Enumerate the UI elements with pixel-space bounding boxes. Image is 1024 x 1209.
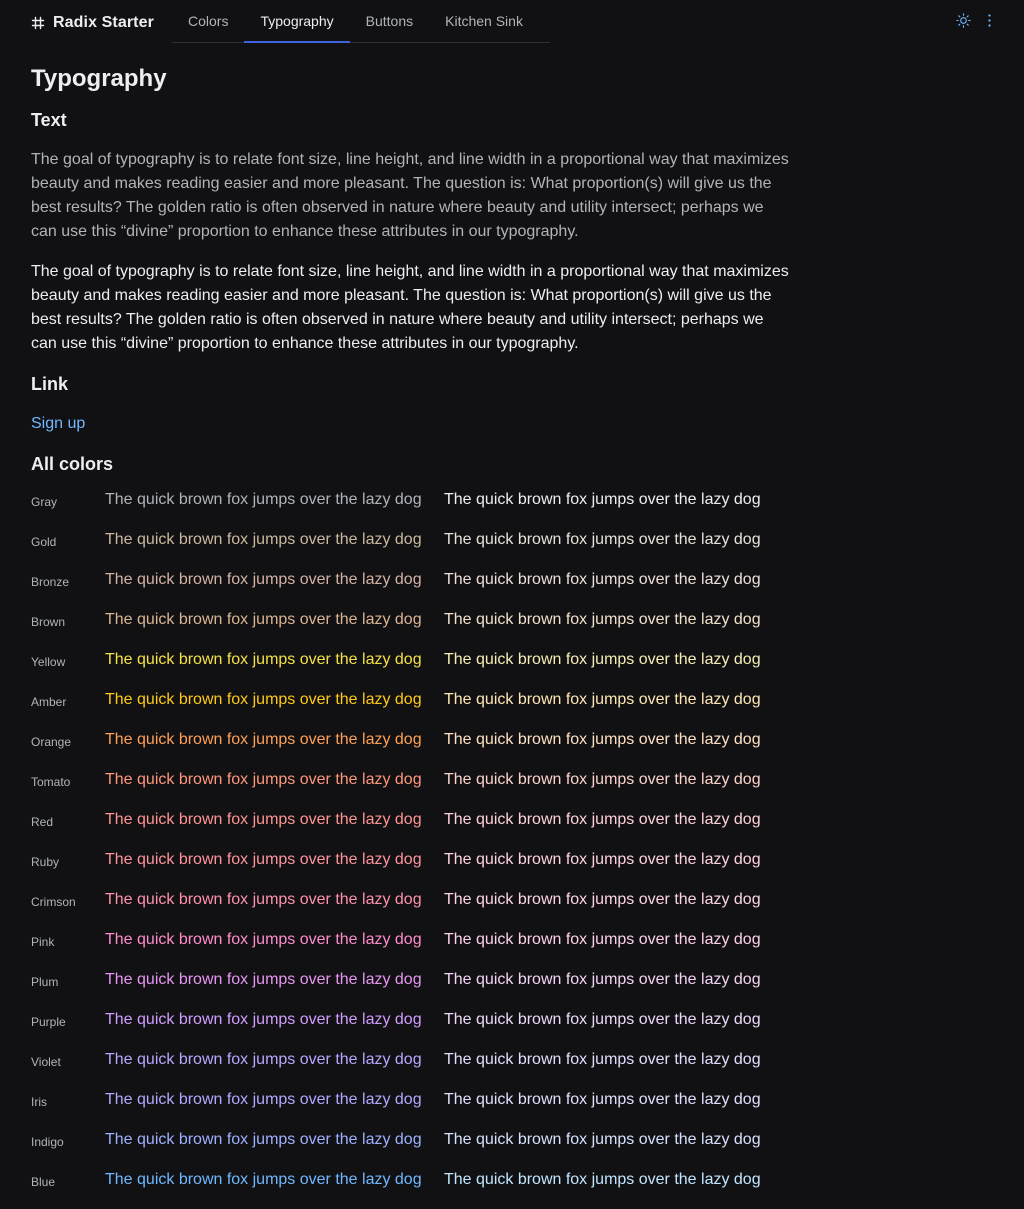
more-vertical-icon xyxy=(982,13,997,33)
sample-text-high-contrast: The quick brown fox jumps over the lazy … xyxy=(444,611,761,628)
color-row-brown: Brown The quick brown fox jumps over the … xyxy=(31,600,791,640)
header-actions xyxy=(955,13,997,33)
sample-text-high-contrast: The quick brown fox jumps over the lazy … xyxy=(444,931,761,948)
sign-up-link[interactable]: Sign up xyxy=(31,415,85,432)
color-row-blue: Blue The quick brown fox jumps over the l… xyxy=(31,1160,791,1200)
sample-text-high-contrast: The quick brown fox jumps over the lazy … xyxy=(444,771,761,788)
color-row-amber: Amber The quick brown fox jumps over the … xyxy=(31,680,791,720)
sample-text-high-contrast: The quick brown fox jumps over the lazy … xyxy=(444,531,761,548)
muted-paragraph: The goal of typography is to relate font… xyxy=(31,151,789,240)
hash-icon xyxy=(31,16,45,30)
sun-icon xyxy=(955,13,971,33)
colors-section-heading: All colors xyxy=(31,454,114,474)
sample-text-low-contrast: The quick brown fox jumps over the lazy … xyxy=(105,931,422,948)
color-row-yellow: Yellow The quick brown fox jumps over the… xyxy=(31,640,791,680)
page-title: Typography xyxy=(31,65,167,92)
color-name: Indigo xyxy=(31,1135,64,1149)
sample-text-low-contrast: The quick brown fox jumps over the lazy … xyxy=(105,691,422,708)
color-row-ruby: Ruby The quick brown fox jumps over the l… xyxy=(31,840,791,880)
color-name: Pink xyxy=(31,935,55,949)
sample-text-high-contrast: The quick brown fox jumps over the lazy … xyxy=(444,1131,761,1148)
color-row-tomato: Tomato The quick brown fox jumps over the… xyxy=(31,760,791,800)
sample-text-low-contrast: The quick brown fox jumps over the lazy … xyxy=(105,891,422,908)
color-name: Bronze xyxy=(31,575,70,589)
color-name: Red xyxy=(31,815,54,829)
sample-text-low-contrast: The quick brown fox jumps over the lazy … xyxy=(105,811,422,828)
color-row-bronze: Bronze The quick brown fox jumps over the… xyxy=(31,560,791,600)
color-name: Tomato xyxy=(31,775,71,789)
tab-buttons[interactable]: Buttons xyxy=(350,0,429,42)
color-row-gold: Gold The quick brown fox jumps over the l… xyxy=(31,520,791,560)
color-row-plum: Plum The quick brown fox jumps over the l… xyxy=(31,960,791,1000)
sample-text-high-contrast: The quick brown fox jumps over the lazy … xyxy=(444,571,761,588)
color-name: Purple xyxy=(31,1015,66,1029)
sample-text-low-contrast: The quick brown fox jumps over the lazy … xyxy=(105,771,422,788)
color-name: Gray xyxy=(31,495,58,509)
sample-text-low-contrast: The quick brown fox jumps over the lazy … xyxy=(105,971,422,988)
sample-text-high-contrast: The quick brown fox jumps over the lazy … xyxy=(444,1011,761,1028)
color-name: Ruby xyxy=(31,855,60,869)
color-row-red: Red The quick brown fox jumps over the la… xyxy=(31,800,791,840)
color-name: Yellow xyxy=(31,655,66,669)
color-name: Plum xyxy=(31,975,59,989)
sample-text-high-contrast: The quick brown fox jumps over the lazy … xyxy=(444,851,761,868)
main-content: Typography Text The goal of typography i… xyxy=(31,62,791,1200)
sample-text-high-contrast: The quick brown fox jumps over the lazy … xyxy=(444,691,761,708)
color-row-purple: Purple The quick brown fox jumps over the… xyxy=(31,1000,791,1040)
sample-text-low-contrast: The quick brown fox jumps over the lazy … xyxy=(105,851,422,868)
sample-text-low-contrast: The quick brown fox jumps over the lazy … xyxy=(105,571,422,588)
color-name: Amber xyxy=(31,695,67,709)
tab-typography[interactable]: Typography xyxy=(244,0,350,43)
sample-text-high-contrast: The quick brown fox jumps over the lazy … xyxy=(444,891,761,908)
color-row-indigo: Indigo The quick brown fox jumps over the… xyxy=(31,1120,791,1160)
sample-text-high-contrast: The quick brown fox jumps over the lazy … xyxy=(444,971,761,988)
color-row-iris: Iris The quick brown fox jumps over the l… xyxy=(31,1080,791,1120)
sample-text-low-contrast: The quick brown fox jumps over the lazy … xyxy=(105,1011,422,1028)
sample-text-low-contrast: The quick brown fox jumps over the lazy … xyxy=(105,731,422,748)
sample-text-low-contrast: The quick brown fox jumps over the lazy … xyxy=(105,531,422,548)
page: Radix Starter Colors Typography Buttons … xyxy=(0,0,1024,1209)
color-name: Iris xyxy=(31,1095,47,1109)
sample-text-low-contrast: The quick brown fox jumps over the lazy … xyxy=(105,1051,422,1068)
color-name: Brown xyxy=(31,615,66,629)
sample-text-low-contrast: The quick brown fox jumps over the lazy … xyxy=(105,1091,422,1108)
color-row-orange: Orange The quick brown fox jumps over the… xyxy=(31,720,791,760)
sample-text-low-contrast: The quick brown fox jumps over the lazy … xyxy=(105,611,422,628)
sample-text-high-contrast: The quick brown fox jumps over the lazy … xyxy=(444,1051,761,1068)
link-wrapper: Sign up xyxy=(31,412,791,436)
sample-text-high-contrast: The quick brown fox jumps over the lazy … xyxy=(444,1171,761,1188)
sample-text-low-contrast: The quick brown fox jumps over the lazy … xyxy=(105,1131,422,1148)
sample-text-high-contrast: The quick brown fox jumps over the lazy … xyxy=(444,1091,761,1108)
sample-text-low-contrast: The quick brown fox jumps over the lazy … xyxy=(105,491,422,508)
color-name: Orange xyxy=(31,735,72,749)
text-section-heading: Text xyxy=(31,110,67,130)
sample-text-high-contrast: The quick brown fox jumps over the lazy … xyxy=(444,731,761,748)
more-options-button[interactable] xyxy=(981,13,997,33)
color-name: Blue xyxy=(31,1175,56,1189)
top-nav: Radix Starter Colors Typography Buttons … xyxy=(0,0,1024,46)
sample-text-high-contrast: The quick brown fox jumps over the lazy … xyxy=(444,491,761,508)
tab-list: Colors Typography Buttons Kitchen Sink xyxy=(172,0,550,43)
strong-paragraph: The goal of typography is to relate font… xyxy=(31,263,789,352)
color-list: Gray The quick brown fox jumps over the l… xyxy=(31,480,791,1200)
sample-text-high-contrast: The quick brown fox jumps over the lazy … xyxy=(444,811,761,828)
link-section-heading: Link xyxy=(31,374,69,394)
theme-toggle-button[interactable] xyxy=(955,13,971,33)
sample-text-high-contrast: The quick brown fox jumps over the lazy … xyxy=(444,651,761,668)
color-name: Gold xyxy=(31,535,57,549)
sample-text-low-contrast: The quick brown fox jumps over the lazy … xyxy=(105,1171,422,1188)
tab-colors[interactable]: Colors xyxy=(172,0,244,42)
color-row-gray: Gray The quick brown fox jumps over the l… xyxy=(31,480,791,520)
tab-kitchen-sink[interactable]: Kitchen Sink xyxy=(429,0,539,42)
color-row-pink: Pink The quick brown fox jumps over the l… xyxy=(31,920,791,960)
brand[interactable]: Radix Starter xyxy=(31,12,154,34)
color-row-crimson: Crimson The quick brown fox jumps over th… xyxy=(31,880,791,920)
color-name: Violet xyxy=(31,1055,61,1069)
sample-text-low-contrast: The quick brown fox jumps over the lazy … xyxy=(105,651,422,668)
color-row-violet: Violet The quick brown fox jumps over the… xyxy=(31,1040,791,1080)
brand-title: Radix Starter xyxy=(53,14,154,31)
color-name: Crimson xyxy=(31,895,76,909)
